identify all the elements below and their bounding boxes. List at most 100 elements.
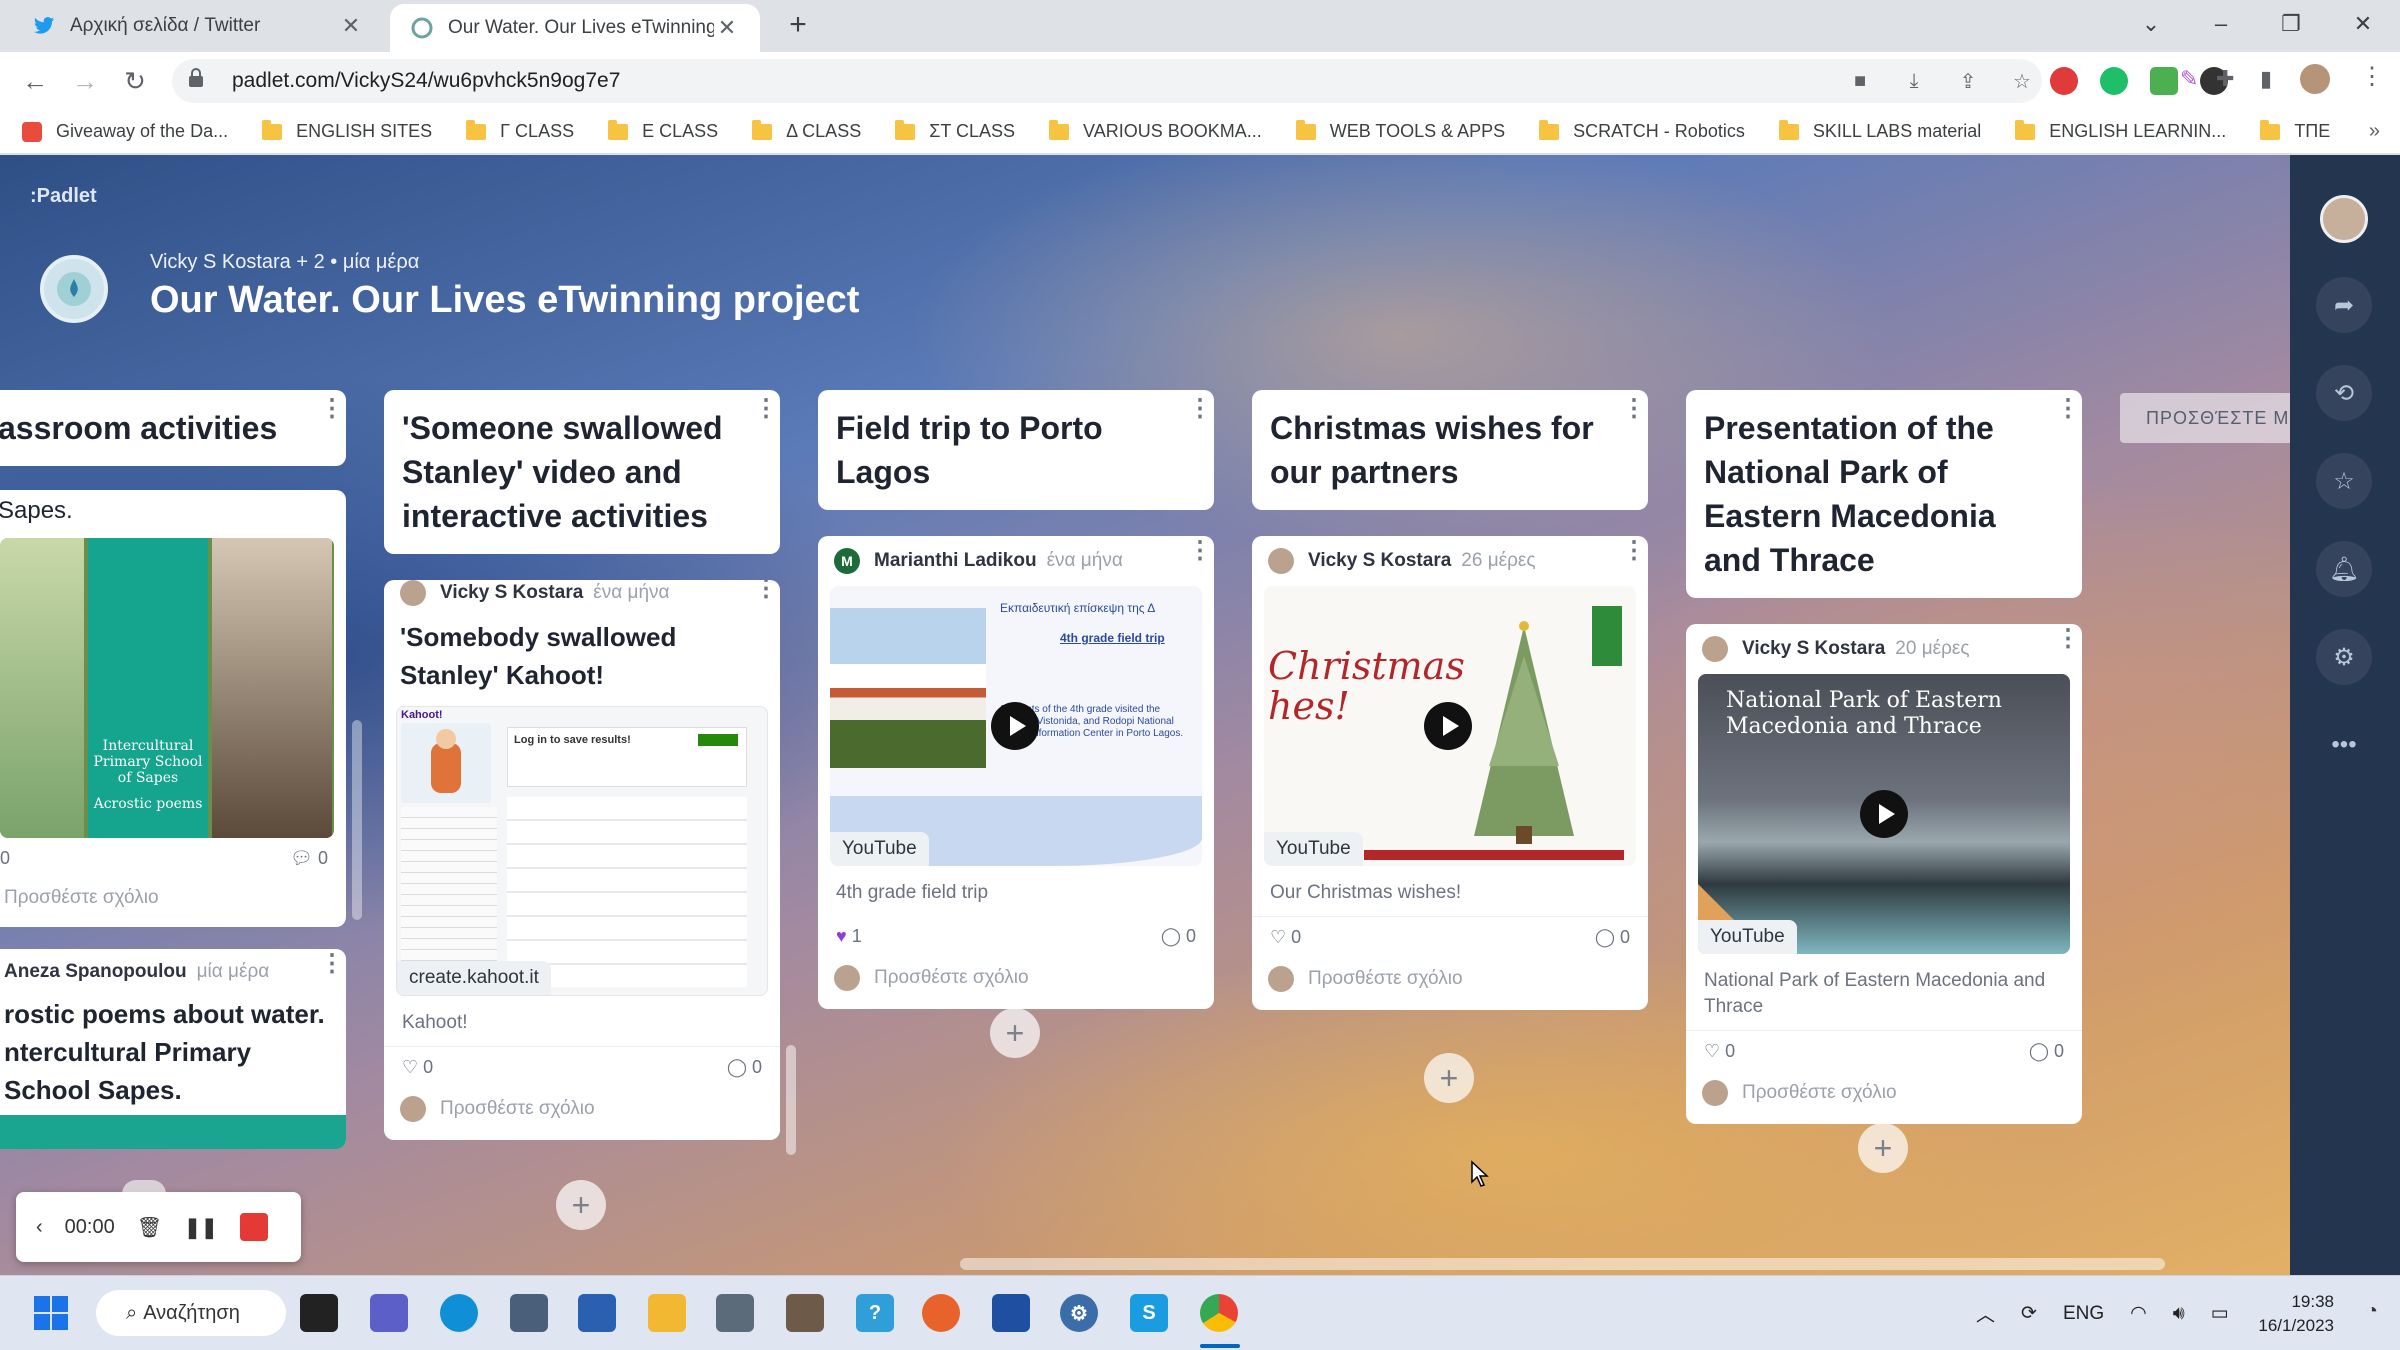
bookmark-folder[interactable]: VARIOUS BOOKMA...: [1049, 119, 1262, 142]
tab-padlet[interactable]: Our Water. Our Lives eTwinning p ✕: [390, 4, 760, 52]
camera-icon[interactable]: ■: [1848, 69, 1872, 93]
notification-icon[interactable]: ◔: [2366, 1300, 2378, 1323]
more-options-icon[interactable]: ⋮: [754, 580, 778, 601]
play-icon[interactable]: [991, 702, 1039, 750]
more-icon[interactable]: •••: [2316, 717, 2372, 773]
bookmark-folder[interactable]: ENGLISH SITES: [262, 119, 432, 142]
more-options-icon[interactable]: ⋮: [1622, 539, 1646, 563]
comment-button[interactable]: ◯ 0: [727, 1057, 762, 1078]
windows-start-icon[interactable]: [32, 1294, 70, 1332]
add-post-button[interactable]: +: [1424, 1053, 1474, 1103]
profile-avatar[interactable]: [2300, 64, 2330, 94]
comment-button[interactable]: ◯ 0: [1161, 926, 1196, 947]
padlet-logo[interactable]: :Padlet: [30, 185, 97, 208]
extension-icon[interactable]: [2150, 67, 2178, 95]
column-scrollbar[interactable]: [352, 720, 362, 920]
restore-icon[interactable]: ❐: [2264, 0, 2318, 52]
like-count[interactable]: 0: [0, 848, 10, 869]
add-post-button[interactable]: +: [1858, 1123, 1908, 1173]
video-source[interactable]: YouTube: [830, 832, 929, 866]
more-options-icon[interactable]: ⋮: [320, 397, 344, 421]
firefox-icon[interactable]: [922, 1294, 960, 1332]
task-view-icon[interactable]: [300, 1294, 338, 1332]
comment-count[interactable]: 💬︎ 0: [290, 848, 328, 869]
remake-icon[interactable]: ⟲: [2316, 365, 2372, 421]
close-icon[interactable]: ✕: [714, 15, 740, 41]
like-button[interactable]: ♥ 1: [836, 926, 862, 947]
app-icon[interactable]: [786, 1294, 824, 1332]
chrome-icon[interactable]: [1200, 1294, 1238, 1332]
bookmark-folder[interactable]: ΤΠΕ: [2260, 119, 2330, 142]
bookmark-folder[interactable]: Δ CLASS: [752, 119, 861, 142]
pause-icon[interactable]: ❚❚: [184, 1215, 218, 1240]
bookmark-folder[interactable]: SCRATCH - Robotics: [1539, 119, 1745, 142]
post-card[interactable]: M Marianthi Ladikou ένα μήνα ⋮ Εκπαιδευτ…: [818, 536, 1214, 1009]
install-icon[interactable]: ⤓: [1902, 69, 1926, 93]
favorite-star-icon[interactable]: ☆: [2316, 453, 2372, 509]
system-clock[interactable]: 19:38 16/1/2023: [2258, 1290, 2334, 1338]
column-scrollbar[interactable]: [786, 1045, 796, 1155]
like-button[interactable]: ♡ 0: [402, 1057, 433, 1078]
bookmark-folder[interactable]: ENGLISH LEARNIN...: [2015, 119, 2226, 142]
menu-icon[interactable]: ⋮: [2360, 62, 2384, 91]
video-thumbnail[interactable]: National Park of Eastern Macedonia and T…: [1698, 674, 2070, 954]
video-thumbnail[interactable]: Εκπαιδευτική επίσκεψη της Δ 4th grade fi…: [830, 586, 1202, 866]
bookmark-folder[interactable]: ΣΤ CLASS: [895, 119, 1015, 142]
more-options-icon[interactable]: ⋮: [1188, 397, 1212, 421]
tab-search-icon[interactable]: ⌄: [2124, 0, 2178, 52]
pen-icon[interactable]: ✎: [2180, 66, 2200, 92]
more-options-icon[interactable]: ⋮: [2056, 397, 2080, 421]
taskbar-search[interactable]: ⌕ Αναζήτηση: [96, 1290, 286, 1336]
settings-icon[interactable]: ⚙: [1060, 1294, 1098, 1332]
recorder-handle[interactable]: [122, 1180, 166, 1194]
bookmark-folder[interactable]: SKILL LABS material: [1778, 119, 1981, 142]
add-post-button[interactable]: +: [990, 1008, 1040, 1058]
chevron-left-icon[interactable]: ‹: [36, 1216, 43, 1239]
bookmark-folder[interactable]: E CLASS: [608, 119, 718, 142]
comment-button[interactable]: ◯ 0: [2029, 1041, 2064, 1062]
video-source[interactable]: YouTube: [1264, 832, 1363, 866]
grammarly-icon[interactable]: [2100, 67, 2128, 95]
help-icon[interactable]: ?: [856, 1294, 894, 1332]
file-explorer-icon[interactable]: [648, 1294, 686, 1332]
add-comment-row[interactable]: Προσθέστε σχόλιο: [1252, 958, 1648, 1010]
notifications-bell-icon[interactable]: 🔔︎: [2316, 541, 2372, 597]
video-source[interactable]: YouTube: [1698, 920, 1797, 954]
wifi-icon[interactable]: ◠: [2130, 1302, 2147, 1325]
play-icon[interactable]: [1860, 790, 1908, 838]
more-options-icon[interactable]: ⋮: [1188, 539, 1212, 563]
more-bookmarks-icon[interactable]: »: [2369, 120, 2380, 143]
reload-icon[interactable]: ↻: [116, 62, 154, 100]
language-indicator[interactable]: ENG: [2063, 1303, 2104, 1325]
bookmark-item[interactable]: Giveaway of the Da...: [22, 121, 228, 142]
post-card[interactable]: Vicky S Kostara 20 μέρες ⋮ National Park…: [1686, 624, 2082, 1124]
close-window-icon[interactable]: ✕: [2336, 0, 2390, 52]
stop-record-button[interactable]: [239, 1213, 268, 1241]
add-comment-row[interactable]: Προσθέστε σχόλιο: [0, 879, 346, 927]
address-bar[interactable]: padlet.com/VickyS24/wu6pvhck5n9og7e7 ■ ⤓…: [172, 59, 2042, 103]
bookmark-folder[interactable]: Γ CLASS: [466, 119, 574, 142]
app-icon[interactable]: [716, 1294, 754, 1332]
store-icon[interactable]: [578, 1294, 616, 1332]
chat-icon[interactable]: [370, 1294, 408, 1332]
forward-icon[interactable]: →: [66, 62, 104, 100]
side-panel-icon[interactable]: ▮: [2260, 66, 2272, 92]
close-icon[interactable]: ✕: [338, 13, 364, 39]
chevron-up-icon[interactable]: ︿: [1976, 1300, 1995, 1327]
more-options-icon[interactable]: ⋮: [320, 952, 344, 976]
sync-icon[interactable]: ⟳: [2021, 1302, 2037, 1325]
post-card[interactable]: Vicky S Kostara 26 μέρες ⋮ Christmas hes…: [1252, 536, 1648, 1010]
share-icon[interactable]: ⇪: [1956, 69, 1980, 93]
new-tab-button[interactable]: +: [780, 8, 816, 44]
add-comment-row[interactable]: Προσθέστε σχόλιο: [818, 957, 1214, 1009]
link-source[interactable]: create.kahoot.it: [397, 961, 551, 995]
minimize-icon[interactable]: –: [2194, 0, 2248, 52]
like-button[interactable]: ♡ 0: [1270, 927, 1301, 948]
puzzle-icon[interactable]: ✚: [2216, 66, 2234, 92]
more-options-icon[interactable]: ⋮: [754, 397, 778, 421]
trash-icon[interactable]: 🗑︎: [137, 1215, 162, 1240]
add-comment-row[interactable]: Προσθέστε σχόλιο: [384, 1088, 780, 1140]
more-options-icon[interactable]: ⋮: [2056, 627, 2080, 651]
comment-button[interactable]: ◯ 0: [1595, 927, 1630, 948]
post-card[interactable]: Sapes. Intercultural Primary School of S…: [0, 490, 346, 927]
